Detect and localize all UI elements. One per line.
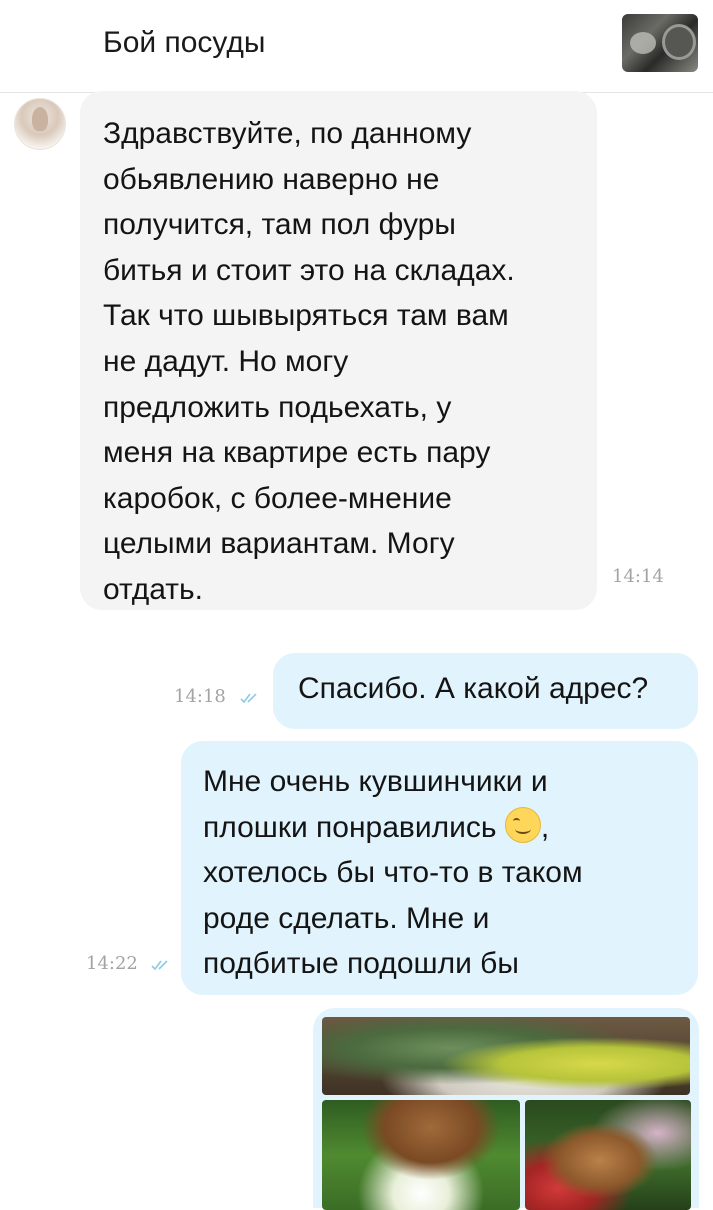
- message-line: подбитые подошли бы: [203, 947, 519, 981]
- chat-title: Бой посуды: [103, 26, 266, 59]
- message-line: Здравствуйте, по данному: [103, 117, 472, 150]
- chat-header: Бой посуды: [0, 0, 713, 93]
- message-line: получится, там пол фуры: [103, 208, 456, 242]
- message-line: Так что шывыряться там вам: [103, 299, 509, 333]
- double-check-icon: [240, 693, 257, 704]
- message-punctuation: ,: [540, 810, 550, 844]
- message-line: хотелось бы что-то в таком: [203, 856, 583, 890]
- double-check-icon: [151, 960, 168, 971]
- message-line: целыми вариантам. Могу: [103, 527, 455, 561]
- message-line: предложить подьехать, у: [103, 390, 452, 424]
- message-line-text: плошки понравились: [203, 810, 497, 844]
- message-time: 14:22: [86, 953, 138, 974]
- message-text: Мне очень кувшинчики и плошки понравилис…: [203, 759, 698, 987]
- message-line: каробок, с более-мнение: [103, 481, 452, 515]
- message-text: Спасибо. А какой адрес?: [298, 666, 698, 712]
- tipped-pot-flowers-photo[interactable]: [322, 1100, 520, 1210]
- message-line: меня на квартире есть пару: [103, 436, 491, 470]
- message-line: не дадут. Но могу: [103, 344, 349, 378]
- photo-message-bubble[interactable]: [313, 1008, 699, 1210]
- message-line: Мне очень кувшинчики и: [203, 765, 548, 798]
- message-line: роде сделать. Мне и: [203, 901, 490, 935]
- sender-avatar[interactable]: [14, 98, 66, 150]
- message-text: Здравствуйте, по данному обьявлению наве…: [103, 111, 597, 613]
- clay-pot-flowerbed-photo[interactable]: [525, 1100, 691, 1210]
- message-bubble-outgoing: Спасибо. А какой адрес?: [273, 653, 698, 729]
- message-bubble-incoming: Здравствуйте, по данному обьявлению наве…: [80, 91, 597, 610]
- message-line: плошки понравились ,: [203, 805, 698, 851]
- smiling-face-emoji-icon: [504, 806, 541, 843]
- message-line: обьявлению наверно не: [103, 162, 440, 196]
- message-time: 14:14: [612, 566, 664, 587]
- succulent-garden-photo[interactable]: [322, 1017, 690, 1095]
- message-line: Спасибо. А какой адрес?: [298, 672, 649, 705]
- message-bubble-outgoing: Мне очень кувшинчики и плошки понравилис…: [181, 741, 698, 995]
- message-line: битья и стоит это на складах.: [103, 253, 515, 287]
- message-time: 14:18: [174, 686, 226, 707]
- message-line: отдать.: [103, 572, 204, 606]
- listing-thumbnail[interactable]: [622, 14, 698, 72]
